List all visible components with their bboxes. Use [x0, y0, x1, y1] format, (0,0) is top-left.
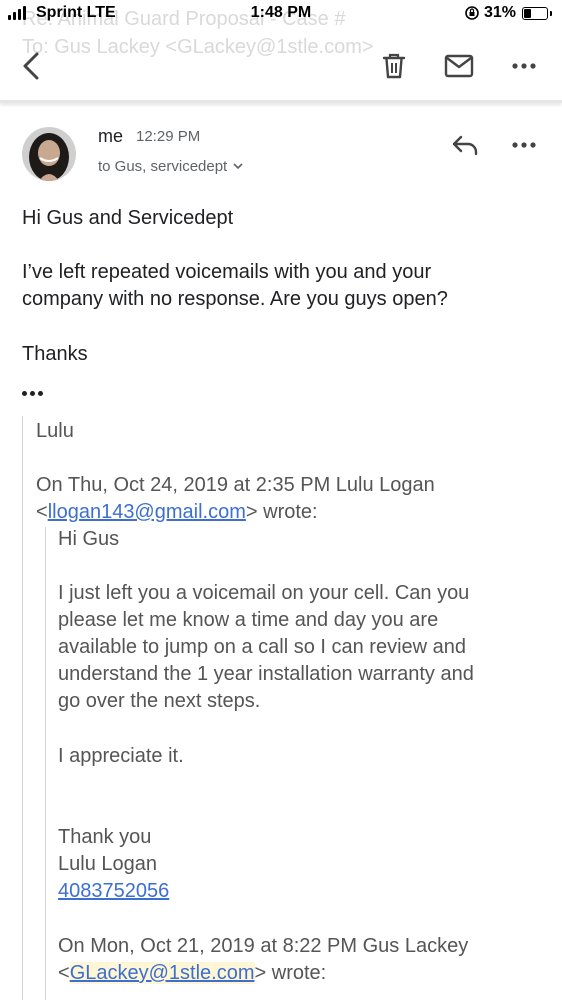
quote-bar-inner: [45, 527, 46, 1000]
more-horizontal-icon: [512, 63, 536, 69]
body-line: company with no response. Are you guys o…: [22, 288, 448, 310]
nested-line: available to jump on a call so I can rev…: [58, 636, 467, 658]
nested-attribution-line: On Mon, Oct 21, 2019 at 8:22 PM Gus Lack…: [58, 935, 469, 957]
nested-name: Lulu Logan: [58, 853, 157, 875]
nested-line: go over the next steps.: [58, 690, 261, 712]
mark-unread-button[interactable]: [440, 48, 478, 84]
status-bar: Sprint LTE 1:48 PM 31%: [0, 0, 562, 30]
reply-button[interactable]: [448, 130, 482, 160]
nested-line: understand the 1 year installation warra…: [58, 663, 474, 685]
phone-link[interactable]: 4083752056: [58, 880, 169, 902]
nested-appreciation: I appreciate it.: [58, 745, 184, 767]
body-line: I’ve left repeated voicemails with you a…: [22, 261, 432, 283]
nested-attribution-email-line: <GLackey@1stle.com> wrote:: [58, 962, 327, 984]
quoted-attribution-line: On Thu, Oct 24, 2019 at 2:35 PM Lulu Log…: [36, 474, 435, 496]
nested-closing: Thank you: [58, 826, 152, 848]
recipients-toggle[interactable]: to Gus, servicedept: [98, 158, 243, 175]
recipients-label: to Gus, servicedept: [98, 158, 228, 175]
quote-bar-outer: [22, 416, 23, 1000]
nested-greeting: Hi Gus: [58, 528, 120, 550]
message-more-button[interactable]: [508, 130, 540, 160]
quoted-attribution: On Thu, Oct 24, 2019 at 2:35 PM Lulu Log…: [36, 472, 435, 526]
sender-name: me: [98, 126, 124, 146]
battery-percent: 31%: [484, 4, 517, 21]
nested-signature: Thank you Lulu Logan 4083752056: [58, 824, 169, 905]
quoted-wrote: wrote:: [263, 501, 318, 523]
more-options-button[interactable]: [506, 48, 542, 84]
nested-email-link[interactable]: GLackey@1stle.com: [69, 962, 255, 984]
message-time: 12:29 PM: [136, 128, 201, 145]
nested-line: please let me know a time and day you ar…: [58, 609, 439, 631]
orientation-lock-icon: [464, 5, 480, 24]
envelope-icon: [444, 54, 474, 78]
toolbar: [0, 40, 562, 96]
battery-icon: [522, 7, 552, 20]
more-horizontal-icon: [512, 142, 536, 148]
trash-icon: [382, 53, 406, 79]
body-closing: Thanks: [22, 343, 88, 365]
body-greeting: Hi Gus and Servicedept: [22, 207, 234, 229]
quoted-signoff: Lulu: [36, 420, 74, 442]
show-trimmed-content-button[interactable]: [22, 386, 50, 400]
nested-attribution: On Mon, Oct 21, 2019 at 8:22 PM Gus Lack…: [58, 933, 468, 987]
back-button[interactable]: [14, 48, 48, 84]
nested-paragraph: I just left you a voicemail on your cell…: [58, 580, 474, 715]
toolbar-divider: [0, 100, 562, 103]
sender-avatar[interactable]: [22, 127, 76, 181]
body-paragraph: I’ve left repeated voicemails with you a…: [22, 259, 448, 313]
chevron-left-icon: [23, 52, 39, 80]
reply-icon: [452, 135, 478, 156]
nested-wrote: wrote:: [271, 962, 327, 984]
quoted-email-link[interactable]: llogan143@gmail.com: [48, 501, 246, 523]
delete-button[interactable]: [376, 48, 412, 84]
chevron-down-icon: [233, 163, 243, 170]
quoted-attribution-email-line: <llogan143@gmail.com> wrote:: [36, 501, 318, 523]
nested-line: I just left you a voicemail on your cell…: [58, 582, 470, 604]
